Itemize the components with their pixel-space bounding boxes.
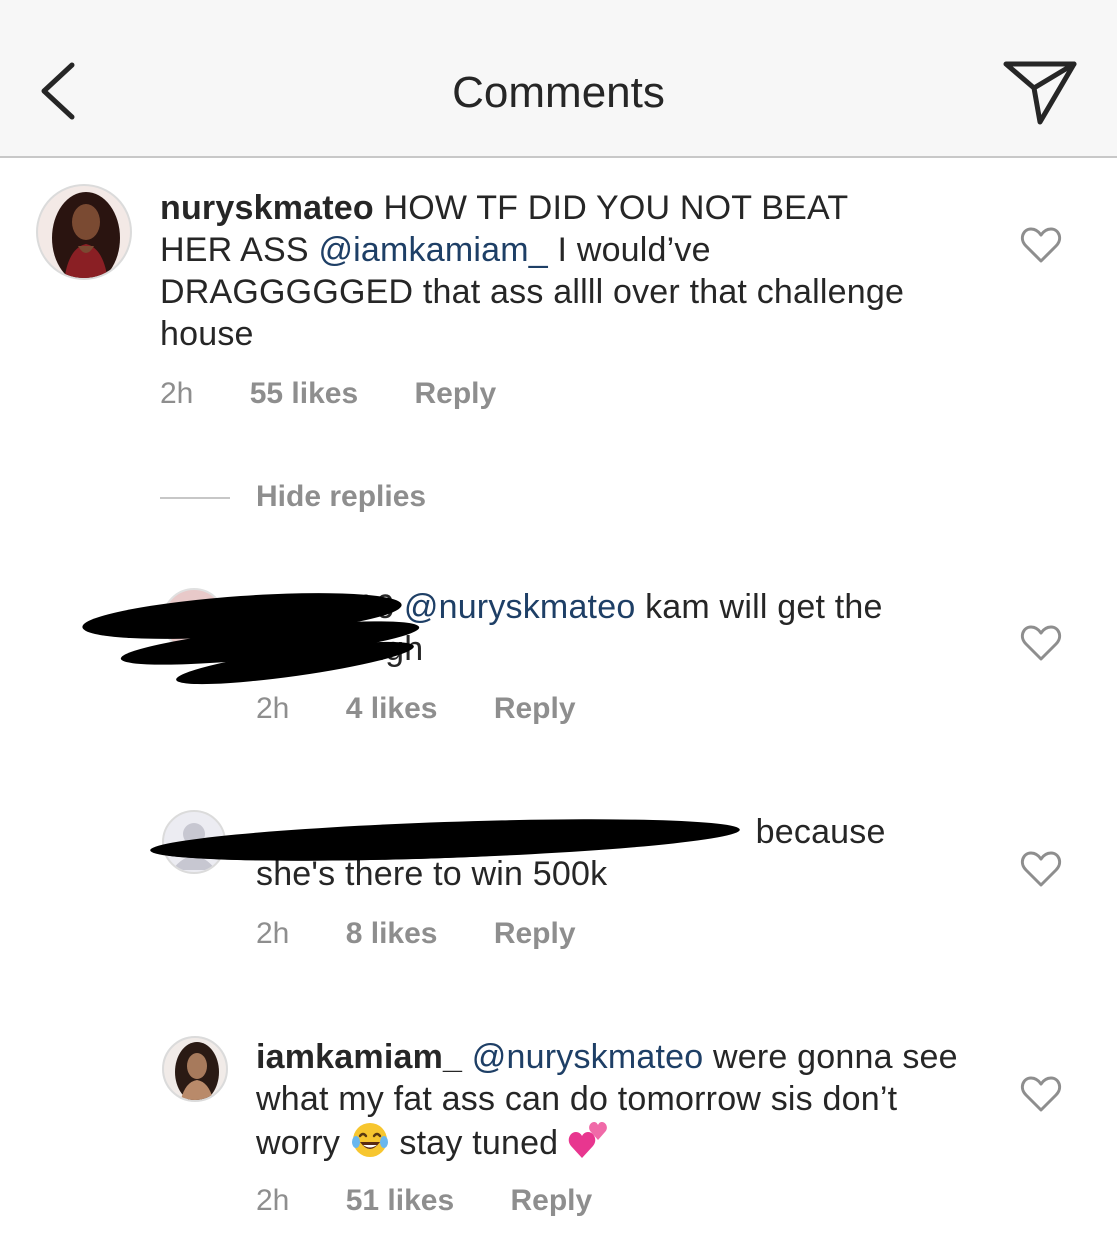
likes-count[interactable]: 4 likes — [346, 692, 438, 726]
two-hearts-icon — [568, 1122, 607, 1158]
avatar[interactable] — [162, 1036, 228, 1102]
paper-plane-icon — [1003, 61, 1077, 125]
mention-link[interactable]: @iamkamiam_ — [318, 231, 547, 269]
reply-button[interactable]: Reply — [511, 1184, 593, 1218]
reply-meta: 2h 8 likes Reply — [256, 917, 576, 951]
hide-replies-label: Hide replies — [256, 480, 427, 513]
face-with-tears-of-joy-icon — [351, 1123, 388, 1157]
mention-link[interactable]: @nuryskmateo — [404, 588, 636, 626]
timestamp: 2h — [256, 917, 290, 950]
heart-icon — [1020, 625, 1062, 661]
likes-count[interactable]: 8 likes — [346, 917, 438, 951]
reply-meta: 2h 4 likes Reply — [256, 692, 576, 726]
reply-button[interactable]: Reply — [415, 377, 497, 411]
page-title: Comments — [452, 68, 665, 117]
reply-text: iamkamiam_ @nuryskmateo were gonna see w… — [256, 1036, 976, 1164]
reply-button[interactable]: Reply — [494, 692, 576, 726]
comment-text: nuryskmateo HOW TF DID YOU NOT BEAT HER … — [160, 187, 920, 355]
reply-body-continued: stay tuned — [389, 1124, 568, 1162]
like-button[interactable] — [1020, 1075, 1062, 1113]
reply-body: because — [746, 813, 886, 851]
reply-body: kam will get the — [635, 588, 883, 626]
comment-username[interactable]: nuryskmateo — [160, 189, 374, 227]
avatar[interactable] — [36, 184, 132, 280]
timestamp: 2h — [256, 692, 290, 725]
likes-count[interactable]: 55 likes — [250, 377, 358, 411]
heart-icon — [1020, 227, 1062, 263]
divider-line — [160, 497, 230, 499]
share-button[interactable] — [1000, 58, 1080, 130]
timestamp: 2h — [160, 377, 194, 410]
profile-photo — [38, 186, 130, 278]
mention-link[interactable]: @nuryskmateo — [472, 1038, 704, 1076]
heart-icon — [1020, 1076, 1062, 1112]
like-button[interactable] — [1020, 624, 1062, 662]
profile-photo — [164, 1038, 226, 1100]
likes-count[interactable]: 51 likes — [346, 1184, 454, 1218]
reply-meta: 2h 51 likes Reply — [256, 1184, 592, 1218]
top-nav-bar: Comments — [0, 0, 1117, 158]
comment-meta: 2h 55 likes Reply — [160, 377, 496, 411]
reply-username[interactable]: iamkamiam_ — [256, 1038, 462, 1076]
heart-icon — [1020, 851, 1062, 887]
reply-button[interactable]: Reply — [494, 917, 576, 951]
like-button[interactable] — [1020, 226, 1062, 264]
like-button[interactable] — [1020, 850, 1062, 888]
timestamp: 2h — [256, 1184, 290, 1217]
